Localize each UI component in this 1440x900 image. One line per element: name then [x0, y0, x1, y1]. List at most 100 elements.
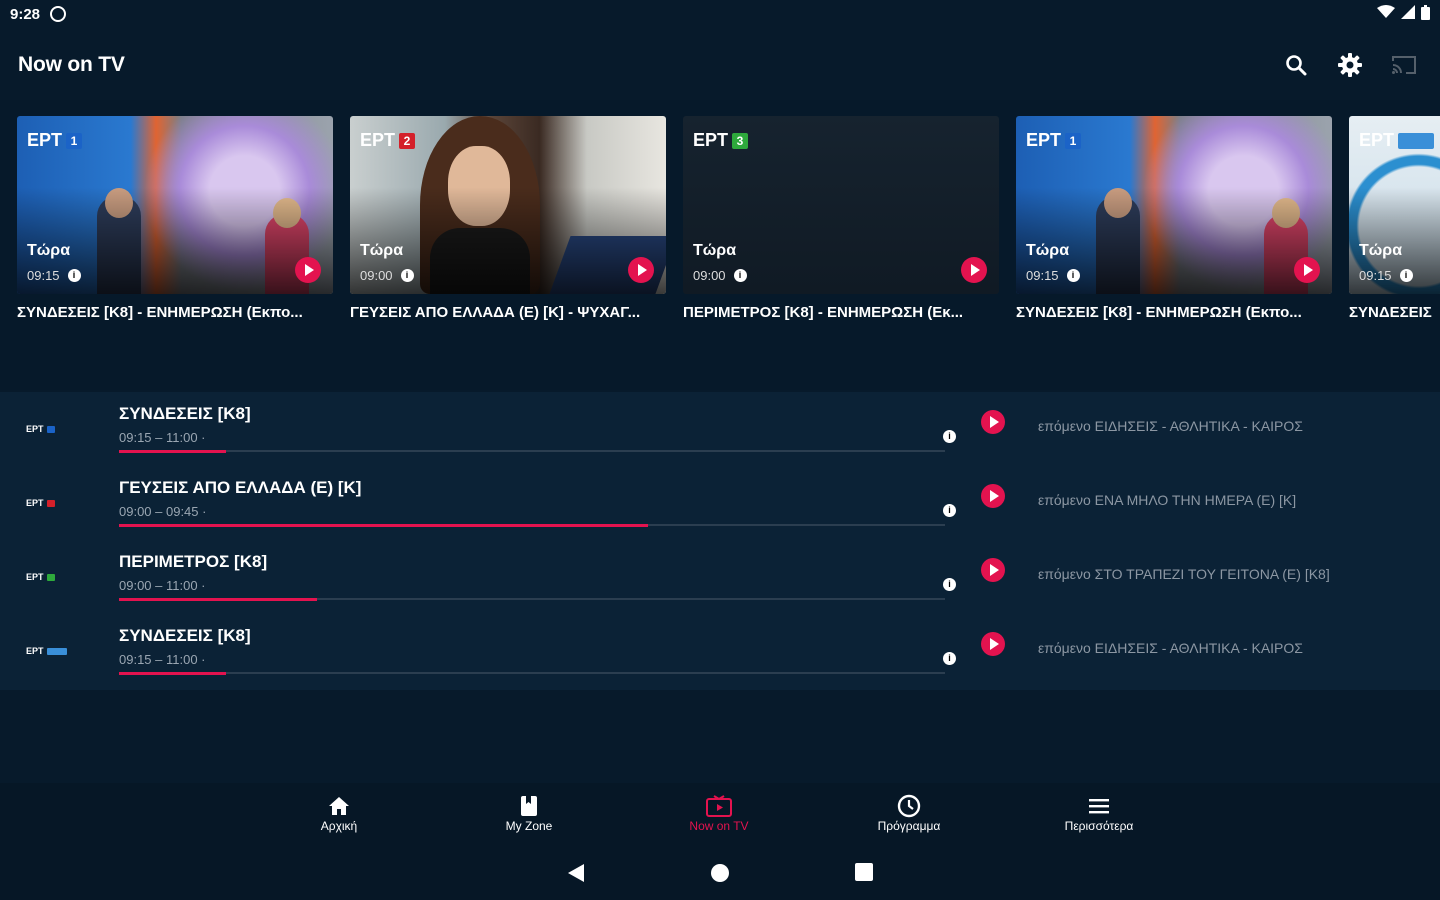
- card-caption: ΠΕΡΙΜΕΤΡΟΣ [Κ8] - ΕΝΗΜΕΡΩΣΗ (Εκ...: [683, 304, 964, 321]
- play-icon[interactable]: [961, 257, 987, 283]
- card-caption: ΣΥΝΔΕΣΕΙΣ [Κ8] - ΕΝΗΜΕΡΩΣΗ (Εκπο...: [1016, 304, 1302, 321]
- back-icon[interactable]: [566, 863, 586, 888]
- play-icon[interactable]: [1294, 257, 1320, 283]
- program-time: 09:00 – 09:45 ·: [119, 504, 207, 519]
- nav-home[interactable]: Αρχική: [279, 793, 399, 833]
- channel-logo: ΕΡΤ: [26, 424, 55, 434]
- start-time: 09:15: [1026, 268, 1059, 283]
- next-program: επόμενο ΕΙΔΗΣΕΙΣ - ΑΘΛΗΤΙΚΑ - ΚΑΙΡΟΣ: [1038, 640, 1303, 656]
- now-time: 09:15 i: [27, 268, 81, 283]
- card-thumbnail[interactable]: ΕΡΤ 2 Τώρα 09:00 i: [350, 116, 666, 294]
- channel-logo: ΕΡΤ: [1359, 130, 1435, 151]
- channel-logo: ΕΡΤ 1: [1026, 130, 1082, 151]
- card-thumbnail[interactable]: ΕΡΤ 3 Τώρα 09:00 i: [683, 116, 999, 294]
- channel-row[interactable]: ΕΡΤ ΠΕΡΙΜΕΤΡΟΣ [Κ8] 09:00 – 11:00 · i επ…: [0, 540, 1440, 614]
- now-label: Τώρα: [1026, 242, 1070, 259]
- menu-icon: [1039, 793, 1159, 819]
- channel-card[interactable]: ΕΡΤ 3 Τώρα 09:00 i ΠΕΡΙΜΕΤΡΟΣ [Κ8] - ΕΝΗΜΕ…: [683, 116, 999, 321]
- channel-card[interactable]: ΕΡΤ Τώρα 09:15 i ΣΥΝΔΕΣΕΙΣ: [1349, 116, 1440, 321]
- progress-fill: [119, 671, 227, 675]
- progress-track: [119, 449, 945, 453]
- channel-card[interactable]: ΕΡΤ 1 Τώρα 09:15 i ΣΥΝΔΕΣΕΙΣ [Κ8] - ΕΝΗΜΕΡ…: [17, 116, 333, 321]
- channel-number: [1398, 132, 1435, 149]
- now-time: 09:15 i: [1026, 268, 1080, 283]
- program-time: 09:15 – 11:00 ·: [119, 652, 206, 667]
- settings-gear-icon[interactable]: [1336, 51, 1364, 79]
- info-icon[interactable]: i: [943, 430, 956, 443]
- channel-number: 2: [399, 132, 416, 149]
- channel-color-dot: [46, 573, 55, 581]
- signal-icon: [1401, 5, 1415, 23]
- program-title: ΣΥΝΔΕΣΕΙΣ [Κ8]: [119, 404, 251, 423]
- info-icon[interactable]: i: [400, 269, 414, 282]
- program-time: 09:15 – 11:00 ·: [119, 430, 206, 445]
- card-caption: ΣΥΝΔΕΣΕΙΣ: [1349, 304, 1432, 321]
- now-time: 09:15 i: [1359, 268, 1413, 283]
- channel-logo-text: ΕΡΤ: [1359, 130, 1395, 150]
- channel-logo: ΕΡΤ: [26, 572, 55, 582]
- program-title: ΣΥΝΔΕΣΕΙΣ [Κ8]: [119, 626, 251, 645]
- now-label: Τώρα: [360, 242, 404, 259]
- program-title: ΠΕΡΙΜΕΤΡΟΣ [Κ8]: [119, 552, 268, 571]
- info-icon[interactable]: i: [1066, 269, 1080, 282]
- channel-number: 3: [732, 132, 749, 149]
- nav-more[interactable]: Περισσότερα: [1039, 793, 1159, 833]
- card-thumbnail[interactable]: ΕΡΤ 1 Τώρα 09:15 i: [17, 116, 333, 294]
- play-icon[interactable]: [981, 410, 1005, 434]
- channel-logo: ΕΡΤ: [26, 498, 55, 508]
- wifi-icon: [1377, 5, 1395, 23]
- play-icon[interactable]: [628, 257, 654, 283]
- now-label: Τώρα: [693, 242, 737, 259]
- progress-track: [119, 671, 945, 675]
- channel-card[interactable]: ΕΡΤ 1 Τώρα 09:15 i ΣΥΝΔΕΣΕΙΣ [Κ8] - ΕΝΗΜΕΡ…: [1016, 116, 1332, 321]
- home-circle-icon[interactable]: [710, 863, 730, 888]
- info-icon[interactable]: i: [733, 269, 747, 282]
- bottom-navigation: Αρχική My Zone Now on TV Πρόγραμμα Περισ…: [0, 783, 1440, 845]
- next-program: επόμενο ΕΝΑ ΜΗΛΟ ΤΗΝ ΗΜΕΡΑ (Ε) [Κ]: [1038, 492, 1297, 508]
- card-caption: ΣΥΝΔΕΣΕΙΣ [Κ8] - ΕΝΗΜΕΡΩΣΗ (Εκπο...: [17, 304, 303, 321]
- channel-logo-text: ΕΡΤ: [1026, 130, 1062, 150]
- card-thumbnail[interactable]: ΕΡΤ Τώρα 09:15 i: [1349, 116, 1440, 294]
- play-icon[interactable]: [981, 558, 1005, 582]
- nav-my-zone[interactable]: My Zone: [469, 793, 589, 833]
- nav-schedule[interactable]: Πρόγραμμα: [849, 793, 969, 833]
- channel-row[interactable]: ΕΡΤ ΣΥΝΔΕΣΕΙΣ [Κ8] 09:15 – 11:00 · i επό…: [0, 614, 1440, 688]
- recents-square-icon[interactable]: [855, 863, 873, 886]
- cast-icon[interactable]: [1390, 51, 1418, 79]
- status-bar: 9:28: [0, 0, 1440, 28]
- battery-icon: [1421, 4, 1430, 24]
- app-bar: Now on TV: [0, 30, 1440, 100]
- next-program: επόμενο ΣΤΟ ΤΡΑΠΕΖΙ ΤΟΥ ΓΕΙΤΟΝΑ (Ε) [Κ8]: [1038, 566, 1330, 582]
- now-label: Τώρα: [1359, 242, 1403, 259]
- info-icon[interactable]: i: [943, 578, 956, 591]
- channel-color-dot: [46, 425, 55, 433]
- info-icon[interactable]: i: [943, 504, 956, 517]
- channel-logo-text: ΕΡΤ: [693, 130, 729, 150]
- channel-list: ΕΡΤ ΣΥΝΔΕΣΕΙΣ [Κ8] 09:15 – 11:00 · i επό…: [0, 392, 1440, 690]
- card-thumbnail[interactable]: ΕΡΤ 1 Τώρα 09:15 i: [1016, 116, 1332, 294]
- play-icon[interactable]: [981, 632, 1005, 656]
- channel-card[interactable]: ΕΡΤ 2 Τώρα 09:00 i ΓΕΥΣΕΙΣ ΑΠΟ ΕΛΛΑΔΑ (Ε) …: [350, 116, 666, 321]
- channel-row[interactable]: ΕΡΤ ΣΥΝΔΕΣΕΙΣ [Κ8] 09:15 – 11:00 · i επό…: [0, 392, 1440, 466]
- search-icon[interactable]: [1282, 51, 1310, 79]
- channel-row[interactable]: ΕΡΤ ΓΕΥΣΕΙΣ ΑΠΟ ΕΛΛΑΔΑ (Ε) [Κ] 09:00 – 0…: [0, 466, 1440, 540]
- page-title: Now on TV: [18, 53, 125, 76]
- nav-label: Αρχική: [320, 819, 358, 833]
- channel-logo: ΕΡΤ 2: [360, 130, 416, 151]
- nav-now-on-tv[interactable]: Now on TV: [659, 793, 779, 833]
- home-icon: [279, 793, 399, 819]
- now-label: Τώρα: [27, 242, 71, 259]
- now-time: 09:00 i: [693, 268, 747, 283]
- info-icon[interactable]: i: [67, 269, 81, 282]
- channel-logo-text: ΕΡΤ: [360, 130, 396, 150]
- channel-logo-text: ΕΡΤ: [26, 424, 44, 434]
- system-navigation-bar: [0, 845, 1440, 900]
- progress-track: [119, 523, 945, 527]
- info-icon[interactable]: i: [943, 652, 956, 665]
- channel-number: 1: [66, 132, 83, 149]
- play-icon[interactable]: [295, 257, 321, 283]
- channel-logo: ΕΡΤ 1: [27, 130, 83, 151]
- play-icon[interactable]: [981, 484, 1005, 508]
- nav-label: Πρόγραμμα: [877, 819, 941, 833]
- info-icon[interactable]: i: [1399, 269, 1413, 282]
